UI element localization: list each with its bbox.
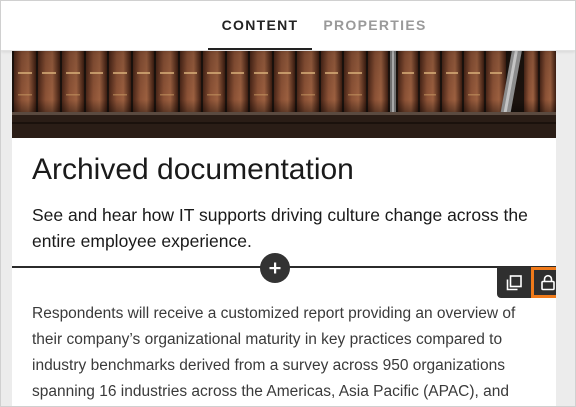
content-card: Archived documentation See and hear how …: [12, 50, 556, 406]
hero-image: [12, 50, 556, 138]
duplicate-icon: [506, 274, 522, 290]
card-body-text: Respondents will receive a customized re…: [32, 305, 516, 400]
add-section-button[interactable]: [260, 253, 290, 283]
duplicate-button[interactable]: [497, 267, 531, 298]
plus-icon: [269, 262, 281, 274]
bookshelf-image: [12, 50, 556, 138]
tab-content[interactable]: CONTENT: [208, 1, 312, 50]
tab-properties[interactable]: PROPERTIES: [319, 1, 431, 49]
section-toolbar: [497, 267, 556, 298]
card-subtitle: See and hear how IT supports driving cul…: [32, 205, 528, 251]
tab-bar: CONTENT PROPERTIES: [1, 1, 575, 51]
editor-frame: CONTENT PROPERTIES Archived documentatio…: [0, 0, 576, 407]
lock-button[interactable]: [531, 267, 556, 298]
lock-icon: [541, 274, 555, 291]
card-title: Archived documentation: [32, 153, 354, 186]
